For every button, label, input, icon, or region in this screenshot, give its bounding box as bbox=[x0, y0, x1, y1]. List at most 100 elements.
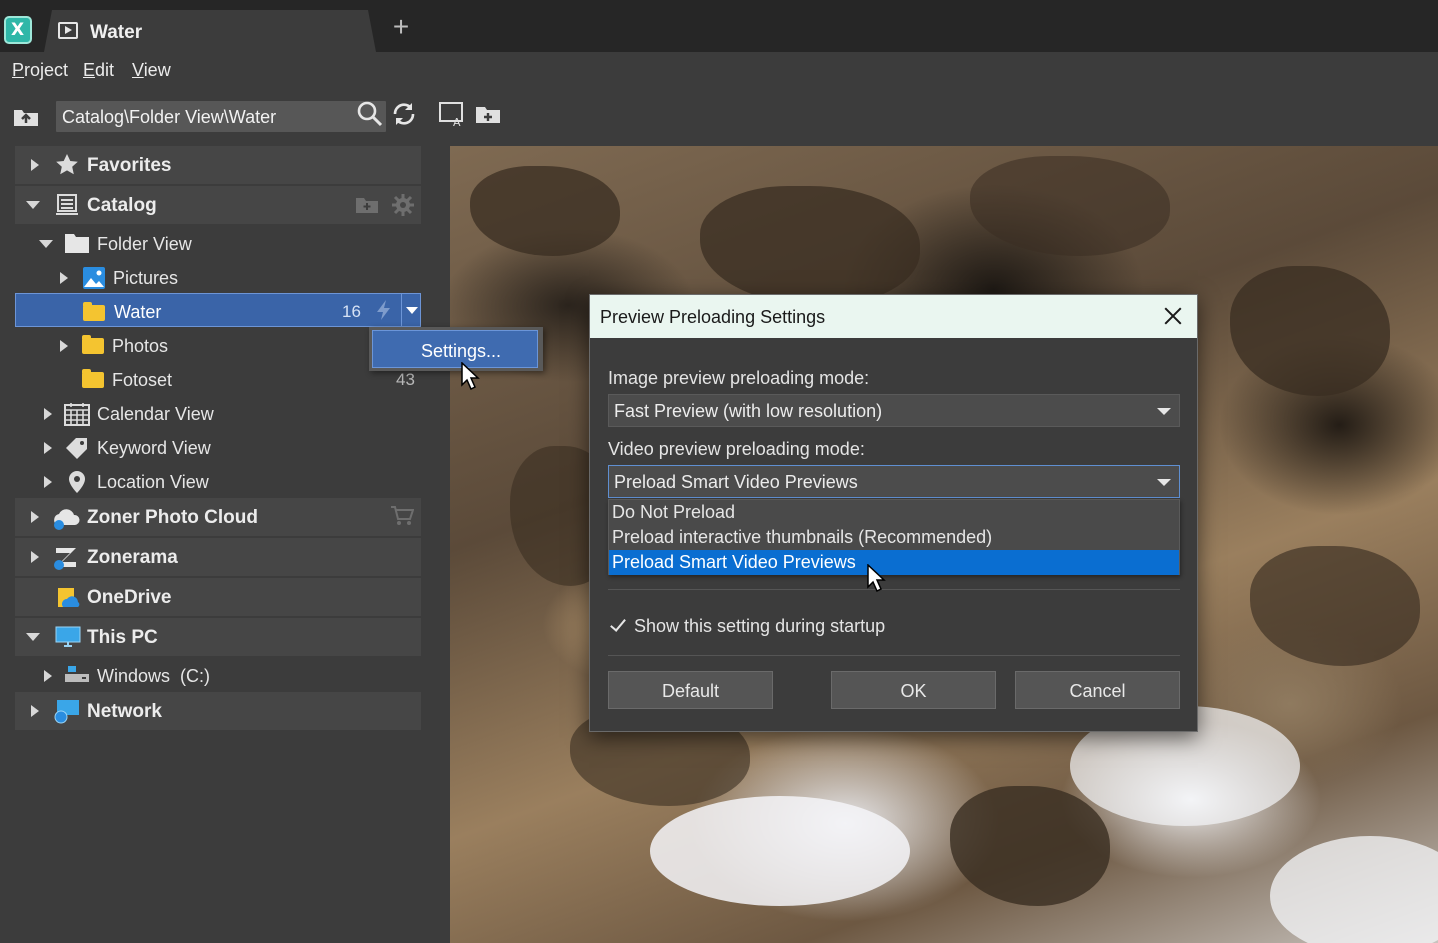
path-field[interactable]: Catalog\Folder View\Water bbox=[56, 101, 386, 132]
ok-button-label: OK bbox=[900, 681, 927, 701]
expand-arrow-icon[interactable] bbox=[31, 159, 39, 171]
tree-water-selected[interactable]: Water 16 bbox=[15, 293, 421, 327]
option-do-not-preload[interactable]: Do Not Preload bbox=[609, 500, 1179, 525]
favorites-label: Favorites bbox=[87, 155, 172, 176]
show-at-startup-label: Show this setting during startup bbox=[634, 616, 886, 636]
settings-menu-item[interactable]: Settings... bbox=[372, 330, 538, 368]
option-interactive-thumbnails[interactable]: Preload interactive thumbnails (Recommen… bbox=[609, 525, 1179, 550]
collapse-arrow-icon[interactable] bbox=[39, 240, 53, 248]
tree-pictures[interactable]: Pictures bbox=[15, 259, 421, 293]
chevron-down-icon bbox=[406, 307, 418, 314]
video-mode-label: Video preview preloading mode: bbox=[608, 439, 865, 459]
preview-texture bbox=[470, 166, 620, 256]
expand-arrow-icon[interactable] bbox=[31, 551, 39, 563]
zonerama-label: Zonerama bbox=[87, 547, 178, 568]
photos-label: Photos bbox=[112, 336, 169, 356]
location-view-label: Location View bbox=[97, 472, 209, 492]
cancel-button[interactable]: Cancel bbox=[1015, 671, 1180, 709]
map-pin-icon bbox=[67, 470, 91, 493]
windows-drive-label: Windows (C:) bbox=[97, 666, 211, 686]
default-button[interactable]: Default bbox=[608, 671, 773, 709]
folder-icon bbox=[83, 302, 105, 321]
sort-icon[interactable]: A bbox=[438, 100, 468, 130]
section-network[interactable]: Network bbox=[15, 692, 421, 730]
menu-project[interactable]: Project bbox=[12, 60, 68, 81]
section-catalog[interactable]: Catalog bbox=[15, 186, 421, 224]
new-folder-icon[interactable] bbox=[474, 100, 504, 130]
show-at-startup-checkbox[interactable] bbox=[608, 615, 628, 635]
tag-icon bbox=[64, 436, 88, 459]
mouse-cursor-icon bbox=[461, 362, 480, 391]
parent-folder-icon[interactable] bbox=[12, 100, 42, 130]
expand-arrow-icon[interactable] bbox=[31, 705, 39, 717]
preview-texture bbox=[1270, 836, 1438, 943]
preview-texture bbox=[1230, 266, 1390, 396]
expand-arrow-icon[interactable] bbox=[60, 340, 68, 352]
option-label: Preload interactive thumbnails (Recommen… bbox=[612, 527, 993, 547]
navigator-panel: Favorites Catalog Folder View Pictures W… bbox=[15, 146, 421, 943]
cart-icon[interactable] bbox=[390, 505, 415, 527]
folder-icon bbox=[82, 369, 104, 388]
close-icon[interactable] bbox=[1160, 303, 1186, 329]
expand-arrow-icon[interactable] bbox=[31, 511, 39, 523]
gear-icon[interactable] bbox=[391, 193, 415, 216]
mouse-cursor-icon bbox=[867, 564, 886, 593]
new-tab-button[interactable]: + bbox=[388, 13, 414, 41]
video-mode-select[interactable]: Preload Smart Video Previews bbox=[608, 465, 1180, 498]
network-label: Network bbox=[87, 701, 162, 722]
cloud-icon bbox=[51, 505, 80, 530]
folder-view-label: Folder View bbox=[97, 234, 192, 254]
menu-view[interactable]: View bbox=[132, 60, 171, 81]
section-this-pc[interactable]: This PC bbox=[15, 618, 421, 656]
tree-calendar-view[interactable]: Calendar View bbox=[15, 395, 421, 429]
tree-folder-view[interactable]: Folder View bbox=[15, 225, 421, 259]
onedrive-label: OneDrive bbox=[87, 587, 172, 608]
add-folder-icon[interactable] bbox=[355, 193, 379, 215]
refresh-icon[interactable] bbox=[390, 100, 420, 130]
collapse-arrow-icon[interactable] bbox=[26, 633, 40, 641]
folder-view-icon bbox=[64, 232, 89, 254]
image-mode-select[interactable]: Fast Preview (with low resolution) bbox=[608, 394, 1180, 427]
chevron-down-icon bbox=[1157, 479, 1171, 486]
section-favorites[interactable]: Favorites bbox=[15, 146, 421, 184]
menu-edit[interactable]: Edit bbox=[83, 60, 114, 81]
option-label: Do Not Preload bbox=[612, 502, 736, 522]
menu-bar: Project Edit View bbox=[0, 52, 1438, 90]
lightning-icon[interactable] bbox=[374, 299, 398, 321]
app-logo-icon[interactable]: X bbox=[4, 16, 32, 44]
monitor-icon bbox=[55, 625, 81, 647]
tab-water[interactable]: Water bbox=[44, 10, 376, 52]
expand-arrow-icon[interactable] bbox=[44, 442, 52, 454]
tree-windows-drive[interactable]: Windows (C:) bbox=[15, 657, 421, 691]
section-zoner-photo-cloud[interactable]: Zoner Photo Cloud bbox=[15, 498, 421, 536]
collapse-arrow-icon[interactable] bbox=[26, 201, 40, 209]
section-onedrive[interactable]: OneDrive bbox=[15, 578, 421, 616]
option-smart-video-previews[interactable]: Preload Smart Video Previews bbox=[609, 550, 1179, 575]
expand-arrow-icon[interactable] bbox=[44, 476, 52, 488]
tab-title: Water bbox=[90, 22, 143, 43]
video-mode-dropdown-list: Do Not Preload Preload interactive thumb… bbox=[608, 499, 1180, 575]
expand-arrow-icon[interactable] bbox=[60, 272, 68, 284]
preview-preloading-dialog: Preview Preloading Settings Image previe… bbox=[589, 294, 1198, 732]
tree-location-view[interactable]: Location View bbox=[15, 463, 421, 497]
default-button-label: Default bbox=[661, 681, 720, 701]
water-label: Water bbox=[114, 302, 162, 322]
toolbar: Catalog\Folder View\Water A bbox=[0, 90, 1438, 144]
this-pc-label: This PC bbox=[87, 627, 158, 648]
ok-button[interactable]: OK bbox=[831, 671, 996, 709]
preview-texture bbox=[970, 156, 1170, 256]
video-folder-icon bbox=[58, 22, 78, 39]
preload-dropdown-button[interactable] bbox=[401, 294, 421, 326]
tree-photos[interactable]: Photos bbox=[15, 327, 421, 361]
search-icon[interactable] bbox=[356, 100, 386, 130]
tree-fotoset[interactable]: Fotoset 43 bbox=[15, 361, 421, 395]
section-zonerama[interactable]: Zonerama bbox=[15, 538, 421, 576]
pictures-label: Pictures bbox=[113, 268, 179, 288]
preload-context-menu: Settings... bbox=[369, 327, 543, 371]
network-icon bbox=[53, 699, 79, 724]
expand-arrow-icon[interactable] bbox=[44, 408, 52, 420]
tree-keyword-view[interactable]: Keyword View bbox=[15, 429, 421, 463]
expand-arrow-icon[interactable] bbox=[44, 670, 52, 682]
video-mode-value: Preload Smart Video Previews bbox=[614, 472, 858, 492]
onedrive-icon bbox=[55, 585, 80, 607]
